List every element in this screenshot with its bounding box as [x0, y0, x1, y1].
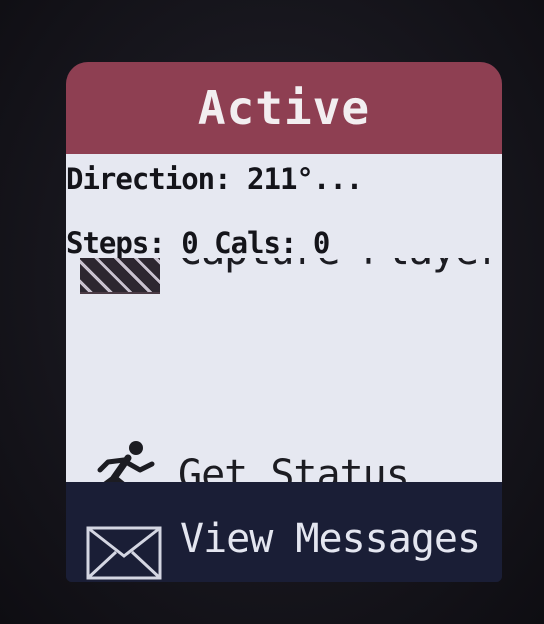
capture-player-label: Capture Player [178, 258, 502, 274]
view-messages-item[interactable]: View Messages [66, 482, 502, 582]
running-figure-icon [84, 438, 156, 482]
envelope-icon [86, 526, 162, 582]
watch-screen: Active Direction: 211°... Steps: 0 Cals:… [66, 62, 502, 582]
page-title: Active [197, 81, 371, 135]
direction-readout: Direction: 211°... [66, 162, 363, 196]
get-status-label: Get Status [178, 452, 410, 482]
capture-player-item[interactable]: Capture Player [66, 258, 502, 318]
get-status-item[interactable]: Get Status [66, 432, 502, 482]
capture-icon [80, 258, 160, 294]
steps-calories-readout: Steps: 0 Cals: 0 [66, 226, 330, 260]
view-messages-label: View Messages [180, 516, 481, 562]
content-panel: Direction: 211°... Steps: 0 Cals: 0 Capt… [66, 154, 502, 482]
status-header: Active [66, 62, 502, 154]
